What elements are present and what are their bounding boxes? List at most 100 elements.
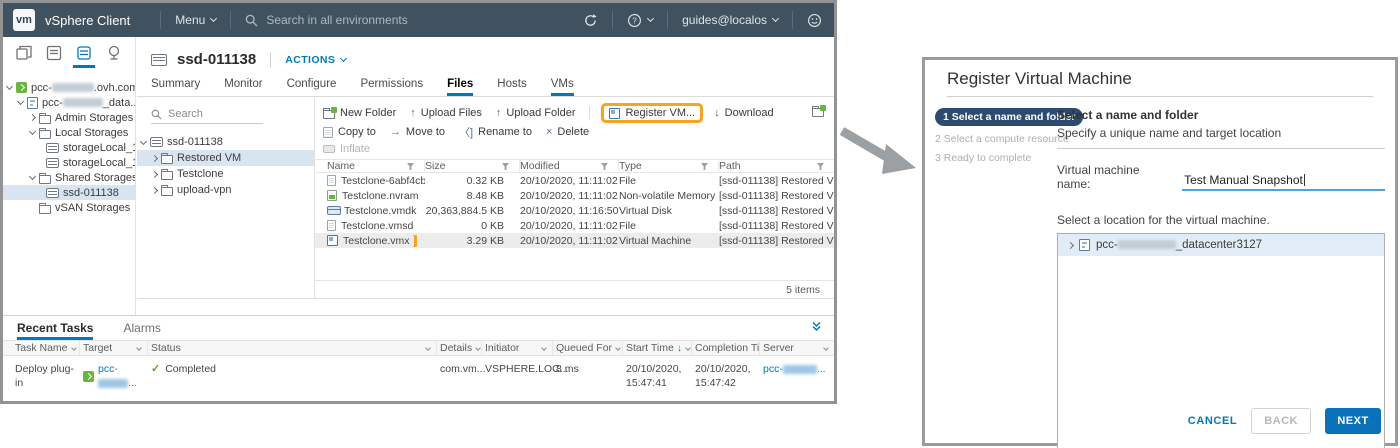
datastore-main-panel: ssd-011138 ACTIONS Summary Monitor Confi… (137, 37, 834, 315)
table-row[interactable]: Testclone.vmdk 20,363,884.5 KB 20/10/202… (315, 203, 834, 218)
tree-item-vsan-storages[interactable]: vSAN Storages (3, 200, 135, 215)
filter-icon[interactable] (502, 162, 509, 170)
user-menu[interactable]: guides@localos (682, 13, 780, 27)
search-icon (246, 14, 258, 26)
column-header-modified[interactable]: Modified (520, 160, 619, 172)
tree-item-storage-local-1[interactable]: storageLocal_172.1... (3, 140, 135, 155)
screenshot-canvas: vm vSphere Client Menu Search in all env… (0, 0, 1400, 448)
column-header-initiator[interactable]: Initiator (482, 341, 553, 355)
back-button[interactable]: BACK (1251, 408, 1311, 434)
column-header-start-time[interactable]: Start Time ↓ (623, 341, 692, 355)
table-row[interactable]: Testclone-6abf4cb3... 0.32 KB 20/10/2020… (315, 173, 834, 188)
copy-to-button[interactable]: Copy to (323, 126, 376, 138)
cancel-button[interactable]: CANCEL (1188, 415, 1237, 427)
tab-vms[interactable]: VMs (550, 78, 574, 96)
file-search-input[interactable]: Search (151, 108, 263, 124)
column-header-status[interactable]: Status (148, 341, 437, 355)
change-datastore-button[interactable] (812, 104, 826, 122)
new-folder-button[interactable]: New Folder (323, 107, 396, 119)
delete-button[interactable]: × Delete (546, 126, 589, 138)
global-search[interactable]: Search in all environments (245, 13, 408, 27)
vm-name-input[interactable]: Test Manual Snapshot (1182, 172, 1385, 191)
tab-files[interactable]: Files (447, 78, 474, 96)
wizard-step-3[interactable]: 3 Ready to complete (935, 152, 1059, 164)
divider (589, 106, 591, 120)
recent-tasks-panel: Recent Tasks Alarms Task Name Target Sta… (3, 315, 834, 401)
refresh-button[interactable] (583, 13, 598, 28)
upload-icon: ↑ (410, 107, 416, 119)
table-row[interactable]: Testclone.nvram 8.48 KB 20/10/2020, 11:1… (315, 188, 834, 203)
filter-icon[interactable] (407, 162, 414, 170)
chevron-right-icon (28, 113, 37, 122)
tab-configure[interactable]: Configure (287, 78, 337, 96)
download-button[interactable]: ↓ Download (714, 107, 773, 119)
tree-item-datacenter[interactable]: pcc- _datacenter3127 (1058, 234, 1384, 256)
table-row-testclone-vmx[interactable]: Testclone.vmx 3.29 KB 20/10/2020, 11:11:… (315, 233, 834, 248)
move-to-button[interactable]: → Move to (390, 126, 445, 138)
column-header-task-name[interactable]: Task Name (12, 341, 80, 355)
top-navigation-bar: vm vSphere Client Menu Search in all env… (3, 3, 834, 37)
register-vm-button[interactable]: Register VM... (604, 106, 701, 120)
divider (1057, 148, 1385, 149)
column-header-completion-time[interactable]: Completion Ti... (692, 341, 760, 355)
tree-item-upload-vpn[interactable]: upload-vpn (137, 182, 314, 198)
networking-icon[interactable] (103, 45, 125, 68)
datastore-folder-panel: Search ssd-011138 Restored VM Testclone … (137, 98, 315, 298)
filter-icon[interactable] (817, 162, 824, 170)
app-title: vSphere Client (45, 12, 131, 28)
vsphere-client-window: vm vSphere Client Menu Search in all env… (0, 0, 837, 404)
global-search-placeholder: Search in all environments (266, 13, 408, 27)
tree-item-datacenter[interactable]: pcc- _data... (3, 95, 135, 110)
rename-to-button[interactable]: 〈] Rename to (459, 124, 532, 140)
chevron-down-icon (136, 345, 142, 351)
tree-item-testclone[interactable]: Testclone (137, 166, 314, 182)
column-header-path[interactable]: Path (719, 160, 834, 172)
tree-item-ssd-011138[interactable]: ssd-011138 (3, 185, 135, 200)
actions-button[interactable]: ACTIONS (285, 54, 348, 66)
divider (792, 11, 793, 29)
tab-summary[interactable]: Summary (151, 78, 200, 96)
column-header-target[interactable]: Target (80, 341, 148, 355)
task-target: pcc-... (80, 362, 148, 390)
tab-recent-tasks[interactable]: Recent Tasks (17, 316, 94, 340)
filter-icon[interactable] (701, 162, 708, 170)
column-header-queued-for[interactable]: Queued For (553, 341, 623, 355)
hosts-and-clusters-icon[interactable] (13, 45, 35, 68)
file-icon (327, 175, 336, 186)
help-menu[interactable]: ? (627, 13, 655, 28)
tree-item-restored-vm[interactable]: Restored VM (137, 150, 314, 166)
collapse-panel-button[interactable] (811, 321, 822, 335)
menu-button[interactable]: Menu (175, 13, 218, 27)
column-header-size[interactable]: Size (425, 160, 520, 172)
tree-item-admin-storages[interactable]: Admin Storages (3, 110, 135, 125)
tree-item-storage-local-2[interactable]: storageLocal_172.1... (3, 155, 135, 170)
upload-files-button[interactable]: ↑ Upload Files (410, 107, 482, 119)
column-header-details[interactable]: Details (437, 341, 482, 355)
tree-item-root-datastore[interactable]: ssd-011138 (137, 134, 314, 150)
task-row[interactable]: Deploy plug-in pcc-... ✓ Completed com.vm… (3, 356, 834, 390)
tree-item-local-storages[interactable]: Local Storages (3, 125, 135, 140)
chevron-right-icon (150, 170, 159, 178)
filter-icon[interactable] (601, 162, 608, 170)
step-heading: Select a name and folder (1057, 108, 1199, 122)
storage-icon[interactable] (73, 45, 95, 68)
tree-item-vcenter[interactable]: pcc- .ovh.com (3, 80, 135, 95)
table-row[interactable]: Testclone.vmsd 0 KB 20/10/2020, 11:11:02… (315, 218, 834, 233)
tab-alarms[interactable]: Alarms (123, 316, 160, 340)
tree-item-shared-storages[interactable]: Shared Storages (3, 170, 135, 185)
upload-folder-button[interactable]: ↑ Upload Folder (496, 107, 576, 119)
inflate-button[interactable]: Inflate (323, 143, 370, 155)
vms-and-templates-icon[interactable] (43, 45, 65, 68)
column-header-server[interactable]: Server (760, 341, 834, 355)
next-button[interactable]: NEXT (1325, 408, 1381, 434)
tab-hosts[interactable]: Hosts (497, 78, 526, 96)
wizard-step-2[interactable]: 2 Select a compute resource (935, 133, 1069, 145)
new-folder-icon (323, 107, 337, 119)
datastore-tabs: Summary Monitor Configure Permissions Fi… (137, 68, 834, 97)
column-header-type[interactable]: Type (619, 160, 719, 172)
tab-monitor[interactable]: Monitor (224, 78, 262, 96)
pointer-arrow (839, 127, 916, 174)
column-header-name[interactable]: Name (327, 160, 425, 172)
feedback-button[interactable] (807, 13, 822, 28)
tab-permissions[interactable]: Permissions (360, 78, 423, 96)
